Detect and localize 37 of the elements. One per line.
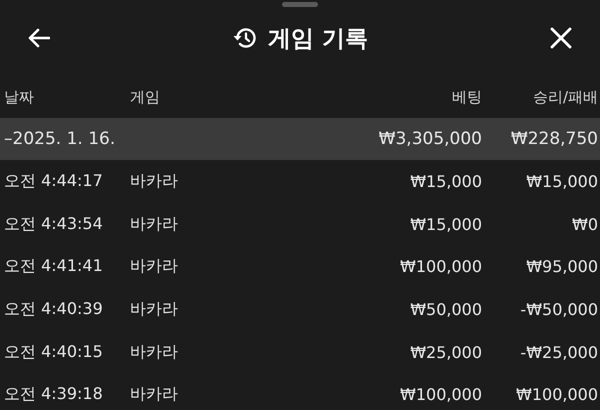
column-header: 베팅 (451, 88, 482, 106)
column-header: 게임 (130, 88, 161, 106)
table-cell-text: 오전 4:44:17 (4, 170, 104, 192)
table-cell-text: -₩25,000 (519, 342, 598, 362)
group-date: –2025. 1. 16. (4, 129, 116, 149)
table-cell-text: 오전 4:40:15 (4, 342, 104, 363)
history-icon (232, 27, 256, 49)
table-cell-text: ₩95,000 (525, 257, 598, 276)
table-cell-text: ₩100,000 (399, 385, 482, 404)
table-cell-text: 바카라 (130, 298, 179, 320)
date-group-row[interactable]: –2025. 1. 16. ₩3,305,000 ₩228,750 (0, 118, 600, 160)
table-cell-text: 바카라 (130, 256, 179, 278)
back-arrow-icon[interactable] (28, 28, 50, 48)
table-cell-text: 바카라 (130, 170, 179, 192)
table-cell-text: ₩0 (571, 214, 598, 234)
table-cell-text: 오전 4:41:41 (4, 256, 104, 278)
column-header: 승리/패배 (532, 88, 598, 106)
table-cell-text: ₩15,000 (409, 172, 482, 191)
table-cell-text: 바카라 (130, 214, 179, 235)
table-cell-text: 오전 4:40:39 (4, 298, 104, 320)
table-cell-text: ₩15,000 (525, 172, 598, 191)
table-cell-text: ₩25,000 (409, 342, 482, 362)
table-cell-text: ₩100,000 (399, 257, 482, 276)
table-cell-text: ₩50,000 (409, 300, 482, 319)
table-cell-text: 오전 4:43:54 (4, 214, 104, 235)
table-cell-text: 오전 4:39:18 (4, 384, 104, 406)
table-cell-text: ₩100,000 (515, 385, 598, 404)
group-result-total: ₩228,750 (510, 129, 598, 149)
table-cell-text: ₩15,000 (409, 214, 482, 234)
group-bet-total: ₩3,305,000 (378, 129, 482, 149)
table-cell-text: -₩50,000 (519, 300, 598, 319)
drag-handle[interactable] (282, 2, 318, 7)
table-cell-text: 바카라 (130, 342, 179, 363)
table-cell-text: 바카라 (130, 384, 179, 406)
column-header: 날짜 (4, 88, 35, 106)
close-icon[interactable] (550, 27, 572, 49)
window-title: 게임 기록 (268, 24, 368, 54)
